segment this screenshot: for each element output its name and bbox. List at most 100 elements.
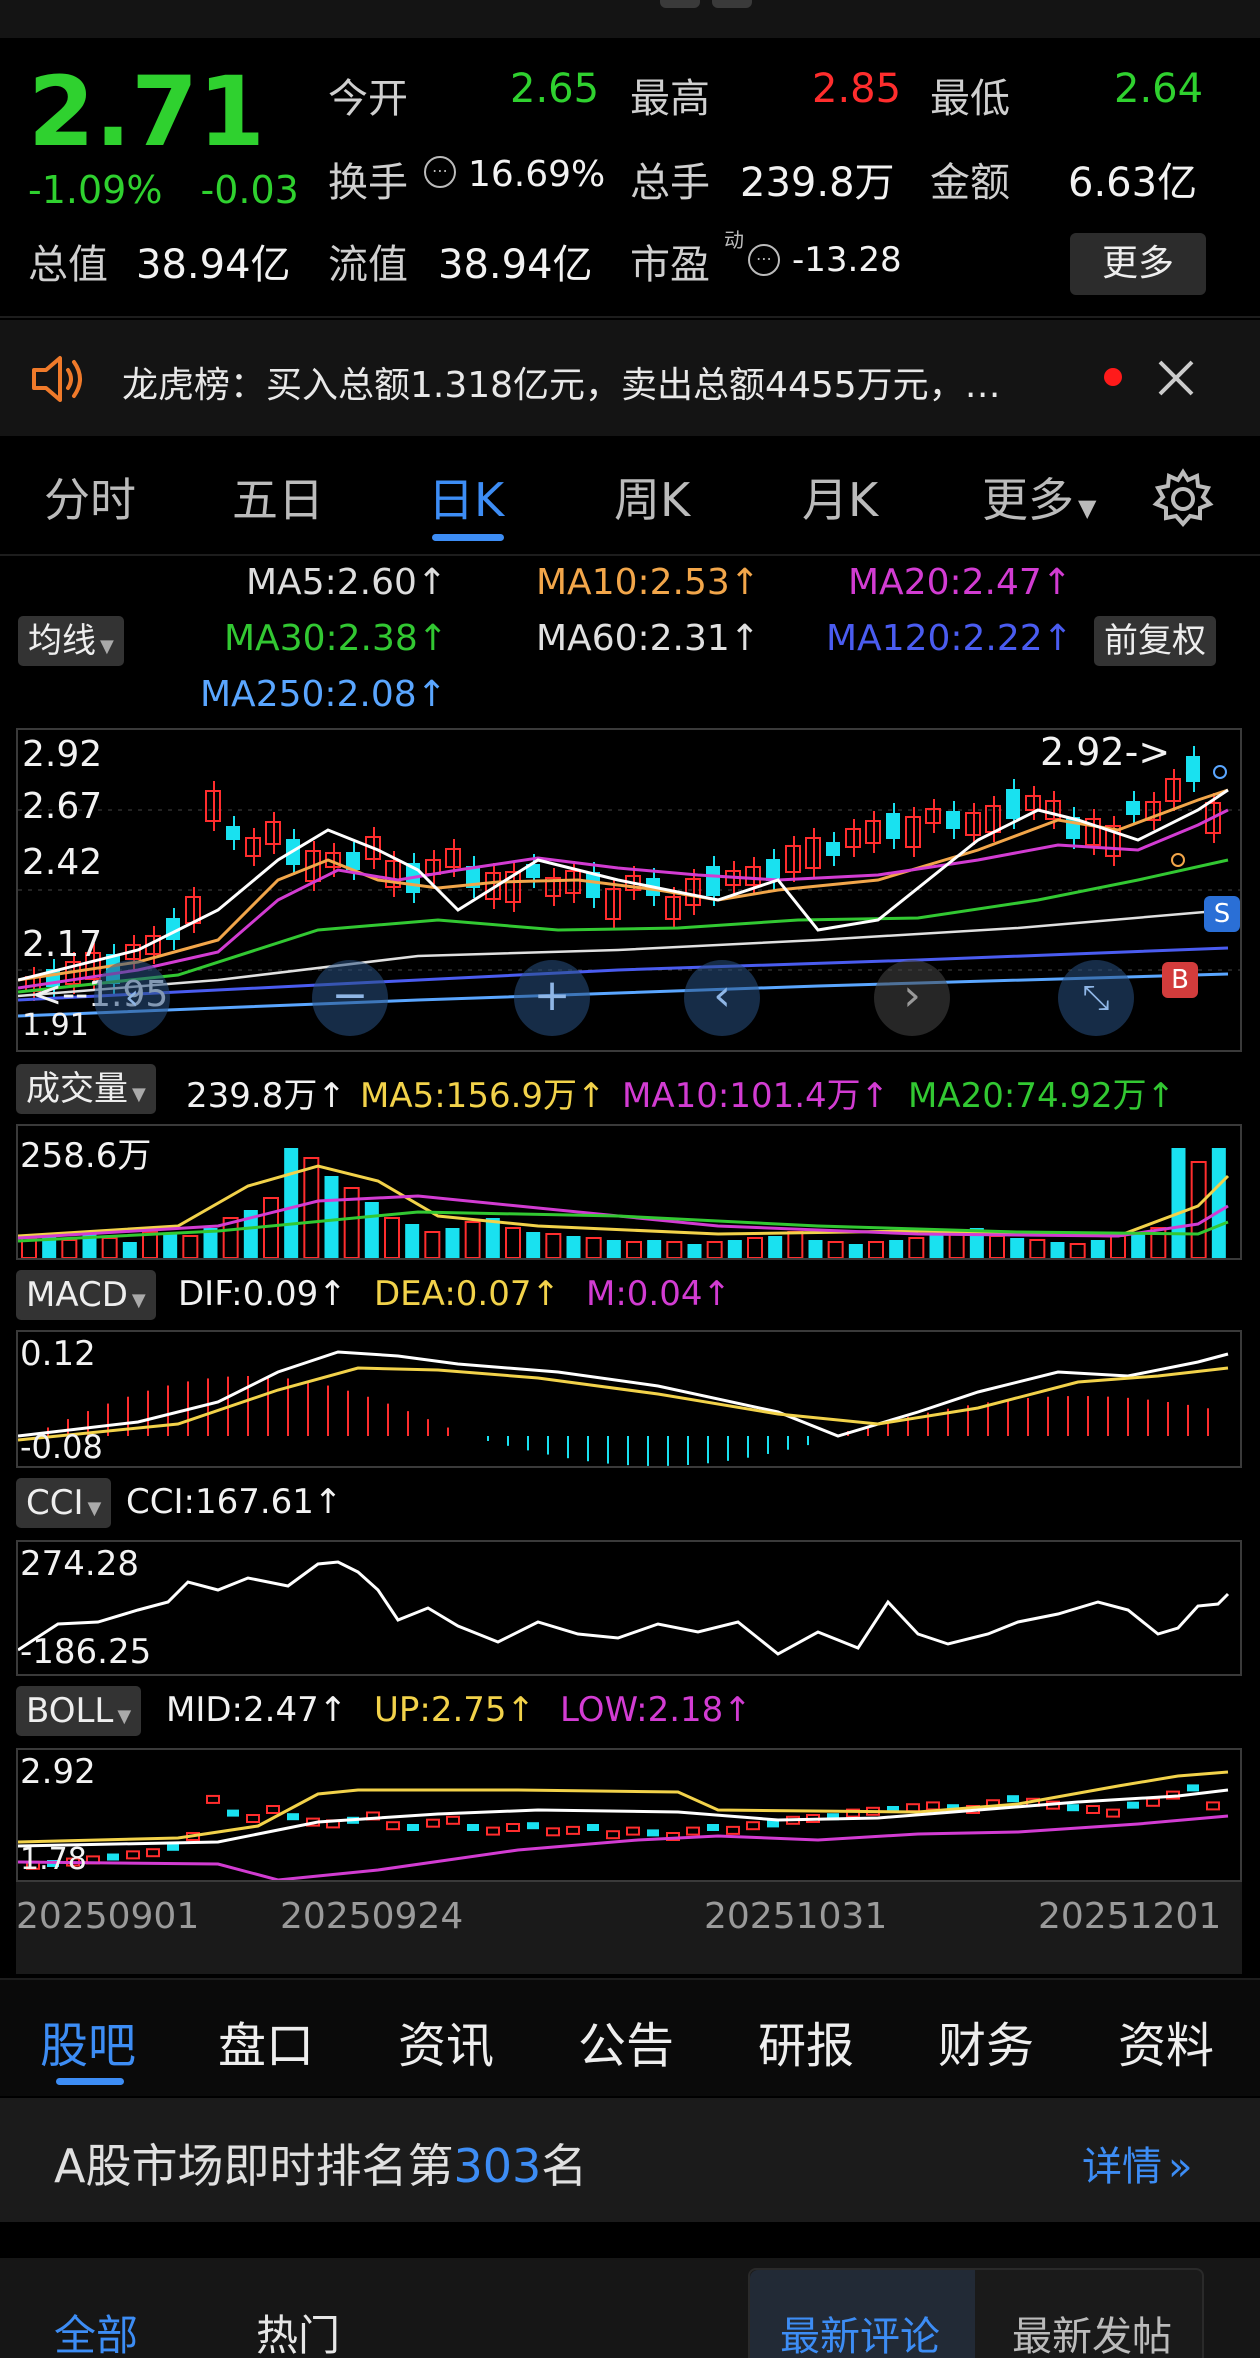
volume-bar <box>889 1240 904 1258</box>
max-price-marker: 2.92-> <box>1040 730 1171 774</box>
tab-zhouk[interactable]: 周K <box>614 464 690 530</box>
rank-bar[interactable]: A股市场即时排名第303名 详情» <box>0 2098 1260 2222</box>
boll-selector-label: BOLL <box>26 1691 114 1731</box>
boll-selector[interactable]: BOLL ▼ <box>16 1686 142 1736</box>
boll-candle <box>446 1815 460 1825</box>
volume-bar <box>364 1202 379 1258</box>
pe-sup: 动 <box>724 228 744 252</box>
rank-suffix: 名 <box>541 2139 588 2193</box>
high-label: 最高 <box>630 76 710 122</box>
volume-bar <box>626 1241 642 1258</box>
boll-chart[interactable]: 2.92 1.78 <box>16 1748 1242 1882</box>
zoom-out-icon[interactable]: − <box>312 960 388 1036</box>
caret-down-icon: ▼ <box>1078 494 1097 522</box>
volume-bar <box>526 1232 541 1258</box>
sell-marker[interactable]: S <box>1204 896 1240 932</box>
boll-up: UP:2.75↑ <box>374 1690 536 1730</box>
candle-body <box>766 859 780 881</box>
macd-y-bottom: -0.08 <box>20 1428 103 1466</box>
volume-bar <box>868 1241 884 1258</box>
volume-bar <box>989 1235 1005 1258</box>
tab-more[interactable]: 更多 ▼ <box>982 464 1096 530</box>
volume-bar <box>445 1228 460 1258</box>
candle-body <box>886 813 900 839</box>
tab-fenshi[interactable]: 分时 <box>44 464 136 530</box>
volume-bar <box>1029 1239 1046 1258</box>
tab-more-label: 更多 <box>982 473 1074 527</box>
volume-ma5: MA5:156.9万↑ <box>360 1076 606 1116</box>
indicator-pill <box>660 0 700 8</box>
volume-bar <box>1010 1238 1025 1258</box>
volume-bar <box>324 1176 339 1258</box>
boll-candle <box>146 1848 160 1858</box>
macd-selector-label: MACD <box>26 1275 128 1315</box>
cci-chart[interactable]: 274.28 -186.25 <box>16 1540 1242 1676</box>
tab-rik[interactable]: 日K <box>428 464 504 530</box>
cci-selector[interactable]: CCI ▼ <box>16 1478 112 1528</box>
macd-chart[interactable]: 0.12 -0.08 <box>16 1330 1242 1468</box>
ma60-legend: MA60:2.31↑ <box>536 618 760 659</box>
volume-bar <box>706 1241 723 1258</box>
amount-value: 6.63亿 <box>1068 160 1198 206</box>
fullscreen-icon[interactable]: ⤡ <box>1058 960 1134 1036</box>
tab-all[interactable]: 全部 <box>54 2302 138 2358</box>
boll-candle <box>726 1825 740 1835</box>
news-text[interactable]: 龙虎榜：买入总额1.318亿元，卖出总额4455万元，… <box>122 356 1092 408</box>
candle-body <box>1186 756 1200 782</box>
low-label: 最低 <box>930 76 1010 122</box>
volume-bar <box>585 1237 602 1258</box>
boll-candle <box>746 1821 760 1831</box>
volume-bar <box>787 1231 804 1258</box>
tab-zixun[interactable]: 资讯 <box>398 2006 494 2076</box>
volume-bar <box>545 1233 562 1258</box>
volume-bar <box>747 1237 763 1258</box>
tab-pankou[interactable]: 盘口 <box>218 2006 314 2076</box>
turnover-label: 换手 <box>328 160 408 206</box>
date-label: 20250924 <box>280 1896 464 1937</box>
latest-comment-option[interactable]: 最新评论 <box>780 2304 940 2358</box>
close-icon[interactable] <box>1156 358 1196 398</box>
volume-svg <box>18 1148 1230 1258</box>
news-bar[interactable]: 龙虎榜：买入总额1.318亿元，卖出总额4455万元，… <box>0 320 1260 436</box>
ma-selector[interactable]: 均线 ▼ <box>18 616 124 666</box>
fuquan-button[interactable]: 前复权 <box>1094 616 1216 666</box>
quote-header: 2.71 -1.09% -0.03 总值 38.94亿 今开 2.65 最高 2… <box>0 38 1260 318</box>
boll-candle <box>527 1822 539 1830</box>
latest-post-option[interactable]: 最新发帖 <box>1012 2304 1172 2358</box>
boll-candle <box>906 1803 920 1813</box>
ma250-legend: MA250:2.08↑ <box>200 674 447 715</box>
volume-selector[interactable]: 成交量 ▼ <box>16 1064 156 1114</box>
gear-icon[interactable] <box>1152 468 1214 530</box>
low-value: 2.64 <box>1114 66 1204 112</box>
tab-yanbao[interactable]: 研报 <box>758 2006 854 2076</box>
candle-body <box>946 811 960 829</box>
active-tab-underline <box>432 534 504 541</box>
pan-right-icon[interactable]: › <box>874 960 950 1036</box>
info-icon[interactable]: ⋯ <box>424 156 456 188</box>
volume-bar <box>1190 1161 1207 1258</box>
tab-wuri[interactable]: 五日 <box>232 464 324 530</box>
tab-yuek[interactable]: 月K <box>802 464 878 530</box>
bottom-tabs: 股吧 盘口 资讯 公告 研报 财务 资料 <box>0 1978 1260 2096</box>
tab-gonggao[interactable]: 公告 <box>578 2006 674 2076</box>
zoom-in-icon[interactable]: + <box>514 960 590 1036</box>
boll-candle <box>587 1824 599 1831</box>
tab-ziliao[interactable]: 资料 <box>1118 2006 1214 2076</box>
tab-hot[interactable]: 热门 <box>256 2302 340 2358</box>
info-icon[interactable]: ⋯ <box>748 244 780 276</box>
macd-selector[interactable]: MACD ▼ <box>16 1270 156 1320</box>
detail-link[interactable]: 详情» <box>1082 2134 1192 2192</box>
boll-candle <box>626 1826 640 1836</box>
volume-bar <box>303 1157 320 1258</box>
collapse-icon[interactable]: ‹ <box>94 960 170 1036</box>
pan-left-icon[interactable]: ‹ <box>684 960 760 1036</box>
volume-bar <box>263 1197 279 1258</box>
volume-bar <box>1131 1232 1146 1258</box>
more-button[interactable]: 更多 <box>1070 233 1206 295</box>
tab-caiwu[interactable]: 财务 <box>938 2006 1034 2076</box>
tab-guba[interactable]: 股吧 <box>40 2006 136 2076</box>
volume-chart[interactable]: 258.6万 <box>16 1124 1242 1260</box>
candle-body <box>1006 789 1020 819</box>
buy-marker[interactable]: B <box>1162 962 1198 998</box>
kline-chart[interactable]: 2.92 2.67 2.42 2.17 1.91 2.92-> <--1.95 … <box>16 728 1242 1052</box>
